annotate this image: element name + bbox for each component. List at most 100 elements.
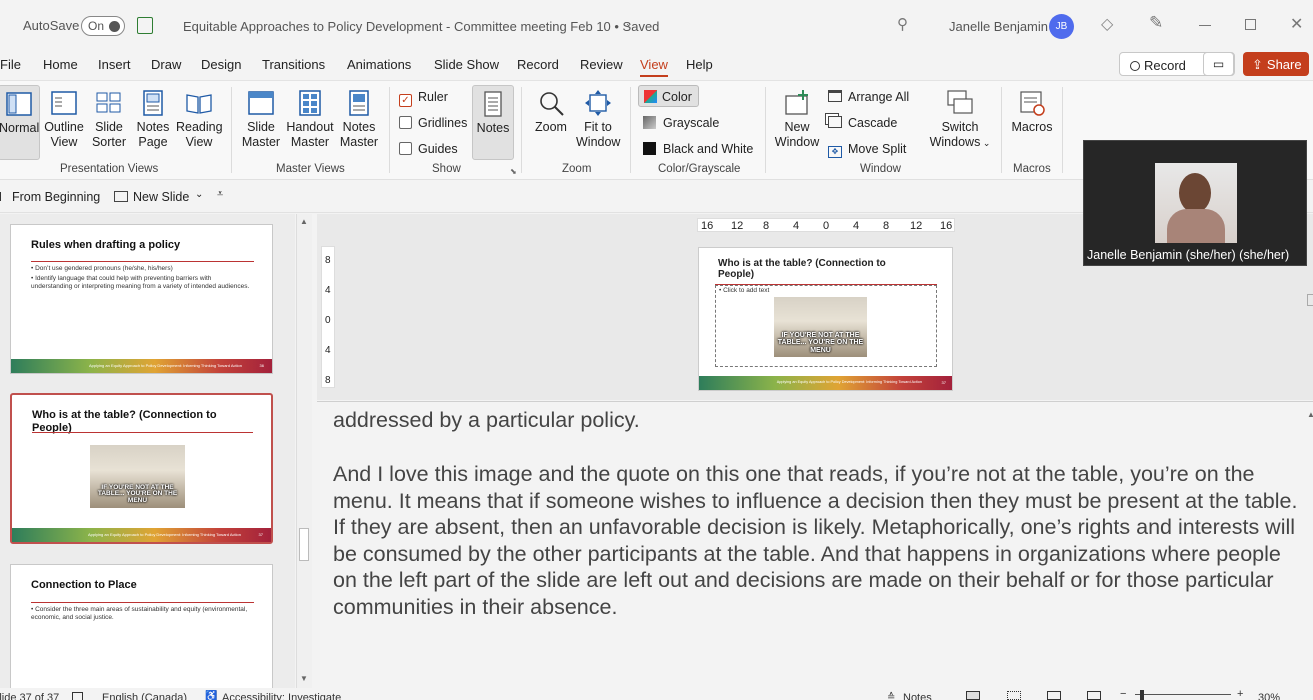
close-icon[interactable]: ✕ — [1290, 14, 1303, 34]
reading-view-status-icon[interactable] — [1047, 691, 1061, 700]
tab-insert[interactable]: Insert — [98, 57, 131, 72]
slide-sorter-button[interactable]: Slide Sorter — [89, 89, 129, 150]
notes-status-button[interactable]: Notes — [903, 692, 932, 700]
zoom-in-icon[interactable]: + — [1237, 688, 1243, 700]
slide-thumbnail[interactable]: Connection to Place • Consider the three… — [10, 564, 273, 688]
macros-button[interactable]: Macros — [1010, 89, 1054, 135]
macros-icon — [1018, 89, 1046, 117]
new-window-button[interactable]: New Window — [774, 89, 820, 150]
black-and-white-button[interactable]: Black and White — [643, 142, 753, 156]
guides-checkbox[interactable]: Guides — [399, 142, 458, 156]
status-bar: Slide 37 of 37 English (Canada) ♿ Access… — [0, 688, 1313, 700]
zoom-level[interactable]: 30% — [1258, 692, 1280, 700]
participant-name: Janelle Benjamin (she/her) (she/her) — [1087, 248, 1290, 262]
handout-master-button[interactable]: Handout Master — [285, 89, 335, 150]
color-button[interactable]: Color — [638, 85, 699, 107]
slideshow-status-icon[interactable] — [1087, 691, 1101, 700]
slide-thumbnail[interactable]: Rules when drafting a policy • Don’t use… — [10, 224, 273, 374]
new-slide-button[interactable]: New Slide — [114, 190, 189, 204]
language-indicator[interactable]: English (Canada) — [102, 692, 187, 700]
speaker-notes-text[interactable]: And I love this image and the quote on t… — [333, 461, 1298, 620]
notes-page-button[interactable]: Notes Page — [133, 89, 173, 150]
maximize-icon[interactable] — [1245, 19, 1256, 30]
presentation-views-group-label: Presentation Views — [60, 163, 159, 175]
zoom-button[interactable]: Zoom — [531, 89, 571, 135]
zoom-slider-thumb[interactable] — [1140, 690, 1144, 700]
minimize-icon[interactable] — [1199, 25, 1211, 26]
scroll-up-icon[interactable]: ▲ — [300, 217, 308, 226]
zoom-out-icon[interactable]: − — [1120, 688, 1126, 700]
cascade-icon — [828, 116, 842, 128]
tab-design[interactable]: Design — [201, 57, 241, 72]
notes-master-button[interactable]: Notes Master — [339, 89, 379, 150]
slide-thumbnail-selected[interactable]: Who is at the table? (Connection to Peop… — [10, 393, 273, 544]
slide-counter: Slide 37 of 37 — [0, 692, 60, 700]
slide-title[interactable]: Who is at the table? (Connection to Peop… — [718, 258, 918, 280]
fit-to-window-button[interactable]: Fit to Window — [576, 89, 620, 150]
grayscale-button[interactable]: Grayscale — [643, 116, 719, 130]
window-group-label: Window — [860, 163, 901, 175]
title-dropdown-icon[interactable]: ⌄ — [625, 18, 633, 29]
new-slide-dropdown-icon[interactable]: ⌄ — [195, 189, 203, 200]
speaker-notes-text[interactable]: addressed by a particular policy. — [333, 407, 1298, 434]
tab-help[interactable]: Help — [686, 57, 713, 72]
editor-scrollbar[interactable] — [1307, 294, 1313, 306]
from-beginning-button[interactable]: From Beginning — [0, 190, 100, 204]
zoom-group-label: Zoom — [562, 163, 592, 175]
scroll-thumb[interactable] — [299, 528, 309, 561]
outline-view-icon — [50, 89, 78, 117]
spellcheck-icon[interactable] — [72, 692, 83, 700]
arrange-all-button[interactable]: Arrange All — [828, 90, 909, 104]
notes-scroll-up-icon[interactable]: ▲ — [1307, 410, 1313, 419]
tab-animations[interactable]: Animations — [347, 57, 411, 72]
outline-view-button[interactable]: Outline View — [43, 89, 85, 150]
tab-home[interactable]: Home — [43, 57, 78, 72]
pen-icon[interactable]: ✎ — [1149, 13, 1163, 33]
accessibility-status[interactable]: Accessibility: Investigate — [222, 692, 341, 700]
zoom-slider[interactable] — [1135, 694, 1231, 695]
video-call-tile[interactable]: Janelle Benjamin (she/her) (she/her) — [1083, 140, 1307, 266]
slide-sorter-status-icon[interactable] — [1007, 691, 1021, 700]
gridlines-checkbox[interactable]: Gridlines — [399, 116, 467, 130]
tab-slide-show[interactable]: Slide Show — [434, 57, 499, 72]
tab-draw[interactable]: Draw — [151, 57, 181, 72]
ribbon-divider — [521, 87, 522, 173]
current-slide[interactable]: Who is at the table? (Connection to Peop… — [698, 247, 953, 391]
tab-transitions[interactable]: Transitions — [262, 57, 325, 72]
save-icon[interactable] — [137, 17, 153, 34]
thumbnail-scrollbar[interactable]: ▲ ▼ — [296, 214, 312, 688]
reading-view-button[interactable]: Reading View — [176, 89, 223, 150]
content-placeholder[interactable]: • Click to add text IF YOU'RE NOT AT THE… — [715, 285, 937, 367]
tab-review[interactable]: Review — [580, 57, 623, 72]
normal-view-status-icon[interactable] — [966, 691, 980, 700]
avatar[interactable]: JB — [1049, 14, 1074, 39]
ruler-checkbox[interactable]: ✓ Ruler — [399, 90, 448, 107]
notes-status-icon[interactable]: ≙ — [887, 692, 895, 700]
tab-view[interactable]: View — [640, 57, 668, 77]
notes-pane[interactable]: addressed by a particular policy. And I … — [317, 401, 1313, 688]
comments-button[interactable]: ▭ — [1203, 52, 1234, 76]
thumbnail-title: Rules when drafting a policy — [31, 239, 181, 251]
normal-view-button[interactable]: Normal — [0, 85, 40, 160]
ribbon-tabs: File Home Insert Draw Design Transitions… — [0, 52, 1313, 80]
notes-toggle-button[interactable]: Notes — [472, 85, 514, 160]
fit-window-icon — [584, 89, 612, 117]
document-title[interactable]: Equitable Approaches to Policy Developme… — [183, 19, 659, 34]
diamond-icon[interactable]: ◇ — [1101, 14, 1113, 34]
accessibility-icon[interactable]: ♿ — [205, 691, 217, 700]
cascade-button[interactable]: Cascade — [828, 116, 897, 130]
customize-qat-icon[interactable]: ⩡ — [217, 188, 223, 201]
tab-record[interactable]: Record — [517, 57, 559, 72]
move-split-button[interactable]: ✥ Move Split — [828, 142, 906, 158]
tab-file[interactable]: File — [0, 57, 21, 72]
show-dialog-launcher-icon[interactable]: ⬊ — [510, 167, 517, 176]
switch-windows-button[interactable]: Switch Windows ⌄ — [928, 89, 992, 151]
title-underline — [31, 602, 254, 603]
thumbnail-bullet: • Identify language that could help with… — [31, 275, 250, 290]
share-button[interactable]: ⇪ Share — [1243, 52, 1309, 76]
search-icon[interactable]: ⚲ — [897, 15, 908, 33]
meme-image[interactable]: IF YOU'RE NOT AT THE TABLE... YOU'RE ON … — [774, 297, 867, 357]
autosave-toggle[interactable]: On — [81, 16, 125, 36]
scroll-down-icon[interactable]: ▼ — [300, 674, 308, 683]
slide-master-button[interactable]: Slide Master — [240, 89, 282, 150]
